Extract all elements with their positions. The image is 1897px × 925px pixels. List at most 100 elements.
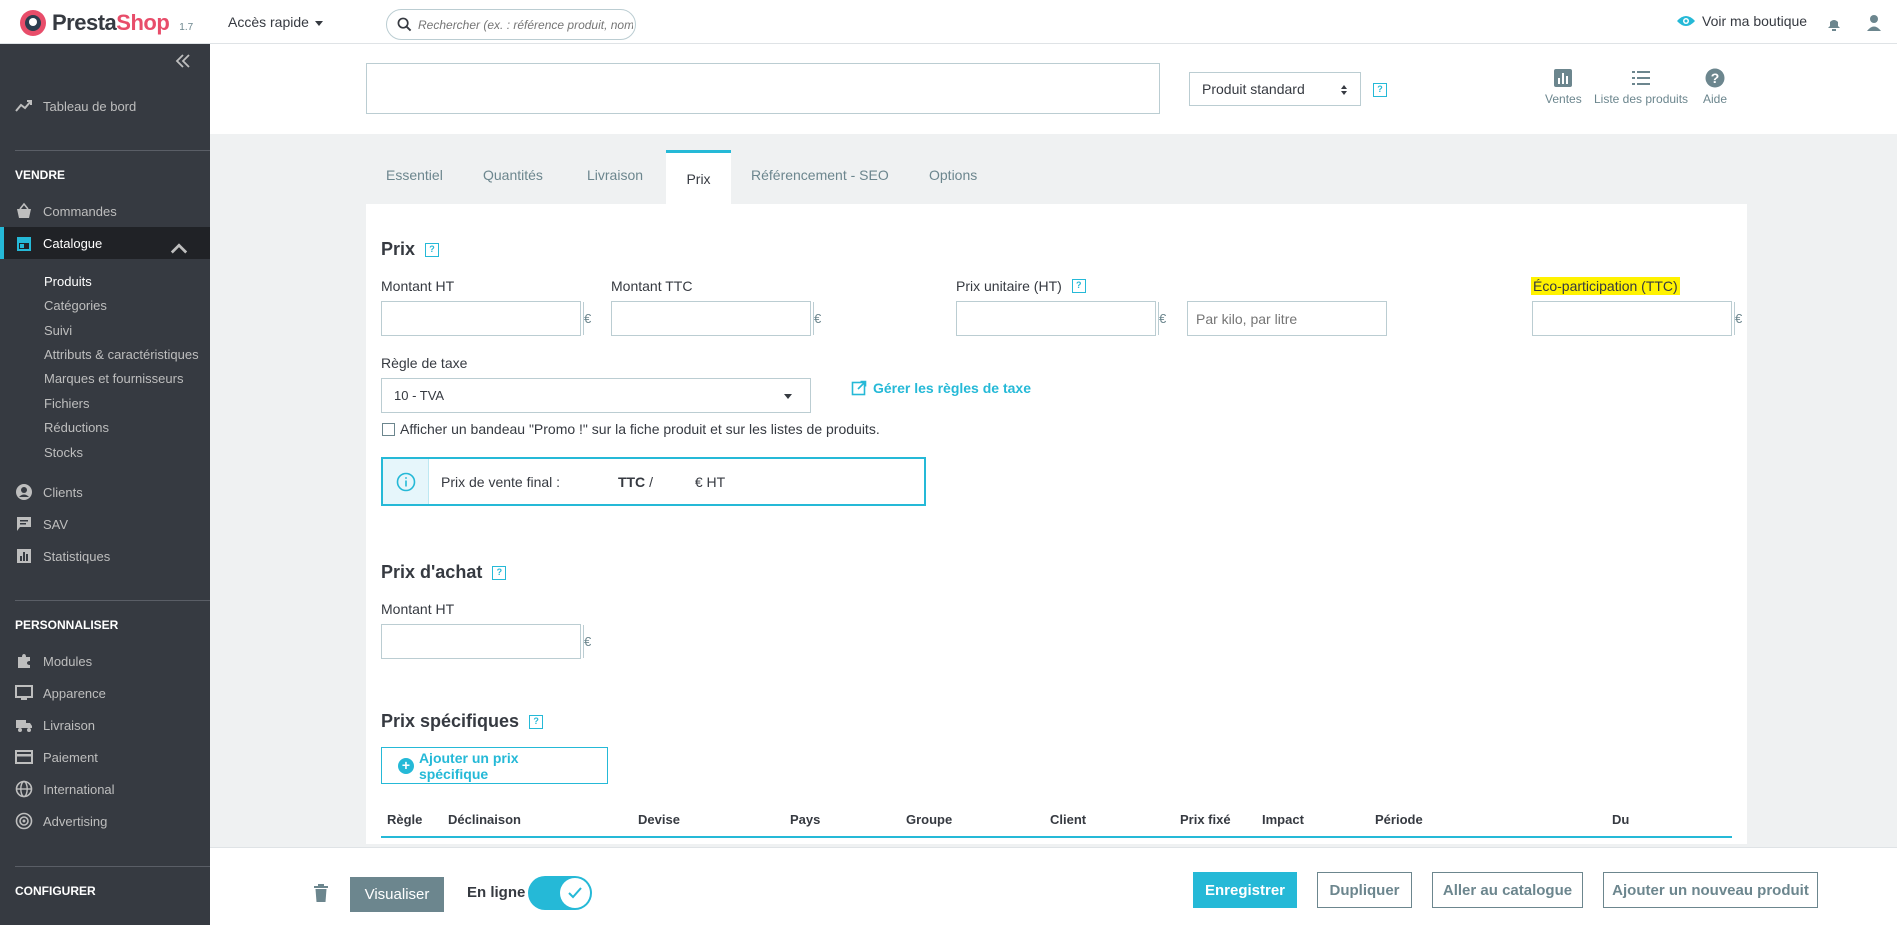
purchase-price-label: Montant HT	[381, 601, 455, 617]
add-specific-price-button[interactable]: + Ajouter un prix spécifique	[381, 747, 608, 784]
eye-icon	[1677, 16, 1695, 26]
tab-livraison[interactable]: Livraison	[587, 150, 643, 204]
sidebar-item-international[interactable]: International	[0, 773, 210, 805]
promo-checkbox[interactable]	[382, 422, 395, 436]
sidebar-item-sav[interactable]: SAV	[0, 508, 210, 540]
tab-essentiel[interactable]: Essentiel	[386, 150, 443, 204]
view-shop-link[interactable]: Voir ma boutique	[1676, 13, 1807, 29]
purchase-price-input-group: €	[381, 624, 591, 659]
help-icon[interactable]: ?	[1373, 83, 1387, 97]
employee-menu-icon[interactable]	[1866, 14, 1882, 32]
promo-checkbox-row[interactable]: Afficher un bandeau "Promo !" sur la fic…	[382, 421, 880, 437]
help-circle-icon: ?	[1705, 68, 1725, 88]
section-title-prix: Prix ?	[381, 239, 440, 260]
purchase-price-input[interactable]	[382, 625, 583, 658]
help-icon[interactable]: ?	[425, 242, 440, 257]
help-icon[interactable]: ?	[1071, 279, 1086, 293]
store-icon	[17, 237, 31, 251]
sidebar-item-orders[interactable]: Commandes	[0, 195, 210, 227]
sidebar-item-modules[interactable]: Modules	[0, 645, 210, 677]
unit-price-input-group: €	[956, 301, 1166, 336]
section-title-configure: CONFIGURER	[15, 884, 96, 898]
unit-price-label: Prix unitaire (HT) ?	[956, 278, 1086, 294]
chat-icon	[17, 517, 31, 531]
sidebar: Tableau de bord VENDRE Commandes Catalog…	[0, 44, 210, 925]
tab-seo[interactable]: Référencement - SEO	[751, 150, 889, 204]
sidebar-item-customers[interactable]: Clients	[0, 476, 210, 508]
puzzle-icon	[18, 654, 30, 668]
chevron-up-icon	[170, 243, 188, 254]
select-arrows-icon	[1341, 85, 1347, 95]
sidebar-sub-monitoring[interactable]: Suivi	[44, 323, 72, 338]
search-input[interactable]	[418, 17, 633, 32]
trending-up-icon	[15, 100, 32, 112]
tab-quantites[interactable]: Quantités	[483, 150, 543, 204]
sidebar-item-payment[interactable]: Paiement	[0, 741, 210, 773]
sidebar-item-dashboard[interactable]: Tableau de bord	[0, 90, 210, 122]
montant-ht-input[interactable]	[382, 302, 583, 335]
quick-access-dropdown[interactable]: Accès rapide	[228, 14, 323, 30]
logo-text: PrestaShop	[52, 10, 170, 35]
unit-type-input[interactable]	[1187, 301, 1387, 336]
sales-action[interactable]: Ventes	[1545, 68, 1582, 106]
montant-ht-input-group: €	[381, 301, 591, 336]
notifications-icon[interactable]	[1825, 16, 1843, 34]
product-name-input[interactable]	[366, 63, 1160, 114]
account-circle-icon	[16, 484, 32, 500]
tax-rule-select[interactable]: 10 - TVA	[381, 378, 811, 413]
montant-ttc-input-group: €	[611, 301, 821, 336]
online-toggle[interactable]	[528, 876, 592, 910]
sidebar-item-stats[interactable]: Statistiques	[0, 540, 210, 572]
col-header-group: Groupe	[906, 812, 953, 827]
collapse-sidebar-icon[interactable]	[175, 54, 191, 68]
sidebar-item-catalog[interactable]: Catalogue	[0, 227, 210, 259]
unit-price-input[interactable]	[957, 302, 1158, 335]
col-header-currency: Devise	[638, 812, 680, 827]
preview-button[interactable]: Visualiser	[350, 877, 444, 912]
help-action[interactable]: ? Aide	[1703, 68, 1727, 106]
top-header: PrestaShop 1.7 Accès rapide Voir ma bout…	[0, 0, 1897, 44]
sidebar-sub-brands[interactable]: Marques et fournisseurs	[44, 371, 183, 386]
search-bar[interactable]	[386, 9, 636, 40]
sidebar-sub-discounts[interactable]: Réductions	[44, 420, 109, 435]
help-icon[interactable]: ?	[492, 565, 507, 580]
product-list-action[interactable]: Liste des produits	[1594, 68, 1688, 106]
currency-addon: €	[583, 302, 591, 335]
sidebar-item-appearance[interactable]: Apparence	[0, 677, 210, 709]
col-header-country: Pays	[790, 812, 821, 827]
sidebar-sub-categories[interactable]: Catégories	[44, 298, 107, 313]
sidebar-sub-attributes[interactable]: Attributs & caractéristiques	[44, 347, 199, 362]
duplicate-button[interactable]: Dupliquer	[1317, 872, 1412, 908]
eco-participation-input[interactable]	[1533, 302, 1734, 335]
tab-prix[interactable]: Prix	[666, 150, 731, 204]
save-button[interactable]: Enregistrer	[1193, 872, 1297, 908]
currency-addon: €	[813, 302, 821, 335]
online-label: En ligne	[467, 884, 526, 901]
caret-down-icon	[784, 394, 792, 399]
bar-chart-icon	[17, 549, 31, 563]
currency-addon: €	[583, 625, 591, 658]
sidebar-item-shipping[interactable]: Livraison	[0, 709, 210, 741]
col-header-from: Du	[1612, 812, 1630, 827]
section-title-prix-achat: Prix d'achat ?	[381, 562, 507, 583]
tab-options[interactable]: Options	[929, 150, 977, 204]
sidebar-sub-stocks[interactable]: Stocks	[44, 445, 83, 460]
go-to-catalog-button[interactable]: Aller au catalogue	[1432, 872, 1583, 908]
help-icon[interactable]: ?	[529, 714, 544, 729]
trash-icon[interactable]	[313, 884, 329, 902]
prestashop-logo[interactable]: PrestaShop 1.7	[20, 10, 193, 36]
manage-tax-rules-link[interactable]: Gérer les règles de taxe	[851, 380, 1031, 396]
add-new-product-button[interactable]: Ajouter un nouveau produit	[1603, 872, 1818, 908]
search-icon	[397, 17, 412, 32]
sidebar-item-advertising[interactable]: Advertising	[0, 805, 210, 837]
sidebar-divider	[15, 866, 210, 867]
montant-ttc-input[interactable]	[612, 302, 813, 335]
globe-icon	[15, 780, 33, 798]
sidebar-sub-files[interactable]: Fichiers	[44, 396, 90, 411]
sidebar-sub-products[interactable]: Produits	[44, 274, 92, 289]
external-link-icon	[851, 380, 867, 396]
product-type-select[interactable]: Produit standard	[1189, 72, 1361, 106]
section-title-sell: VENDRE	[15, 168, 66, 182]
final-price-text: Prix de vente final : TTC / € HT	[441, 473, 726, 490]
section-title-prix-specifiques: Prix spécifiques ?	[381, 711, 544, 732]
